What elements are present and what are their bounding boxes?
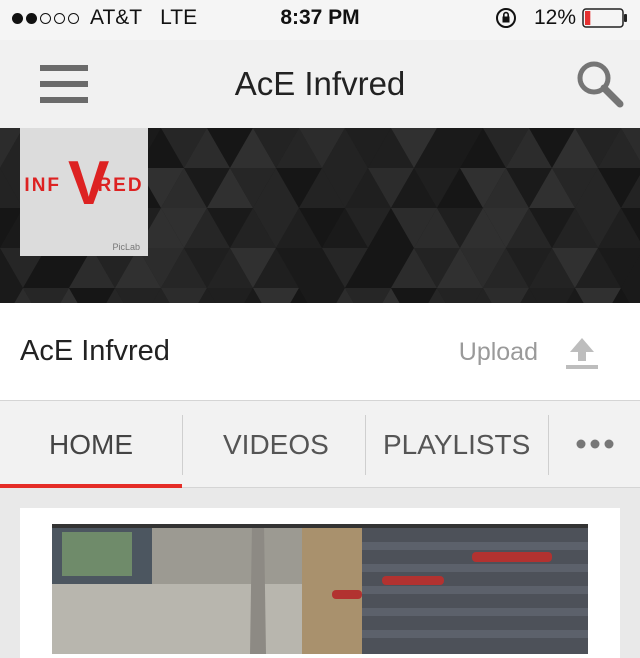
channel-tabs: HOME VIDEOS PLAYLISTS [0, 400, 640, 488]
tab-divider [548, 415, 549, 475]
tab-videos[interactable]: VIDEOS [223, 429, 329, 461]
avatar-watermark: PicLab [112, 242, 140, 252]
active-tab-indicator [0, 484, 182, 488]
video-thumbnail-image [52, 524, 588, 654]
tab-home[interactable]: HOME [49, 429, 133, 461]
search-icon[interactable] [574, 58, 626, 110]
top-navbar: AcE Infvred [0, 40, 640, 128]
channel-name: AcE Infvred [20, 335, 170, 367]
battery-percent: 12% [533, 6, 576, 29]
status-bar: AT&T LTE 8:37 PM 12% [0, 0, 640, 40]
channel-info-row: AcE Infvred Upload [0, 303, 640, 400]
tab-playlists[interactable]: PLAYLISTS [383, 429, 530, 461]
upload-icon[interactable] [564, 335, 600, 371]
video-thumbnail[interactable] [52, 524, 588, 654]
status-right: 12% [494, 6, 628, 30]
channel-avatar[interactable]: INF RED V PicLab [20, 128, 148, 256]
page-title: AcE Infvred [234, 65, 406, 102]
battery-icon [582, 8, 627, 28]
upload-button[interactable]: Upload [459, 338, 538, 367]
more-options-icon[interactable] [576, 439, 614, 449]
tab-divider [182, 415, 183, 475]
tab-divider [365, 415, 366, 475]
rotation-lock-icon [495, 8, 516, 28]
avatar-v-letter: V [68, 149, 110, 218]
